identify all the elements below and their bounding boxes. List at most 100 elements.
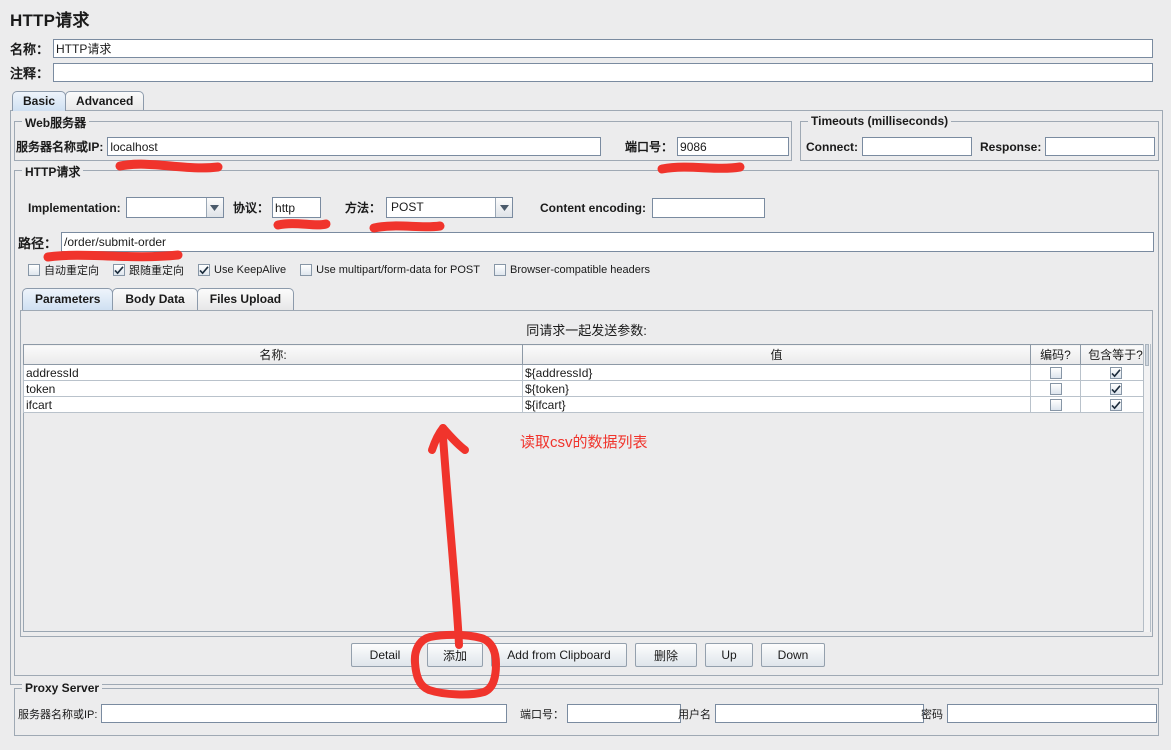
parameters-table: 名称: 值 编码? 包含等于? addressId ${addressId} t… xyxy=(23,344,1151,413)
checkbox-box[interactable] xyxy=(113,264,125,276)
implementation-row: Implementation: xyxy=(28,197,224,218)
table-vertical-scrollbar[interactable] xyxy=(1143,344,1151,632)
content-encoding-row: Content encoding: xyxy=(540,198,765,218)
server-input[interactable] xyxy=(107,137,602,156)
scrollbar-thumb[interactable] xyxy=(1145,344,1149,366)
web-server-group-title: Web服务器 xyxy=(22,114,90,131)
cell-include-equals[interactable] xyxy=(1080,380,1151,397)
cell-encode[interactable] xyxy=(1030,380,1081,397)
implementation-label: Implementation: xyxy=(28,200,121,215)
cell-param-value[interactable]: ${ifcart} xyxy=(522,396,1031,413)
proxy-server-input[interactable] xyxy=(101,704,508,723)
main-tabstrip: Basic Advanced xyxy=(12,91,145,111)
chevron-down-icon[interactable] xyxy=(205,198,223,217)
detail-button[interactable]: Detail xyxy=(351,643,419,667)
checkbox-label: Use KeepAlive xyxy=(214,264,287,276)
check-icon xyxy=(114,265,124,274)
port-input[interactable] xyxy=(677,137,790,156)
method-combo[interactable]: POST xyxy=(386,197,514,218)
checkbox-box[interactable] xyxy=(300,264,313,276)
tab-advanced[interactable]: Advanced xyxy=(65,91,145,111)
table-row[interactable]: addressId ${addressId} xyxy=(23,364,1151,381)
column-header-value[interactable]: 值 xyxy=(522,344,1031,365)
up-button[interactable]: Up xyxy=(705,643,753,667)
method-label: 方法： xyxy=(345,201,382,215)
connect-label: Connect: xyxy=(806,139,858,154)
cell-encode[interactable] xyxy=(1030,396,1081,413)
jmeter-http-request-window: HTTP请求 名称： 注释： Basic Advanced Web服务器 服务器… xyxy=(0,0,1171,750)
checkbox-follow-redirect[interactable]: 跟随重定向 xyxy=(113,262,184,278)
method-row: 方法： POST xyxy=(345,197,514,218)
cell-param-name[interactable]: ifcart xyxy=(23,396,523,413)
server-row: 服务器名称或IP: xyxy=(16,137,602,156)
proxy-password-row: 密码 xyxy=(921,704,1157,723)
checkbox-browser-compatible-headers[interactable]: Browser-compatible headers xyxy=(493,264,650,276)
chevron-down-icon[interactable] xyxy=(495,198,513,217)
add-from-clipboard-button[interactable]: Add from Clipboard xyxy=(491,643,627,667)
tab-files-upload[interactable]: Files Upload xyxy=(196,288,295,310)
port-row: 端口号： xyxy=(625,137,790,156)
comment-input[interactable] xyxy=(53,63,1154,82)
protocol-label: 协议： xyxy=(233,201,270,215)
checkbox-box[interactable] xyxy=(1109,383,1122,396)
checkbox-box[interactable] xyxy=(198,264,210,276)
response-label: Response: xyxy=(980,139,1042,154)
proxy-server-row: 服务器名称或IP: xyxy=(18,704,508,723)
cell-param-name[interactable]: token xyxy=(23,380,523,397)
down-button[interactable]: Down xyxy=(761,643,825,667)
parameters-caption: 同请求一起发送参数: xyxy=(526,323,647,338)
name-input[interactable] xyxy=(53,39,1154,58)
check-icon xyxy=(199,265,209,274)
name-row: 名称： xyxy=(10,39,1163,58)
param-tabstrip: Parameters Body Data Files Upload xyxy=(22,288,295,310)
checkbox-box[interactable] xyxy=(1049,383,1062,396)
checkbox-label: 跟随重定向 xyxy=(129,265,184,277)
comment-row: 注释： xyxy=(10,63,1163,82)
path-input[interactable] xyxy=(61,232,1154,252)
column-header-encode[interactable]: 编码? xyxy=(1030,344,1081,365)
cell-include-equals[interactable] xyxy=(1080,396,1151,413)
tab-basic[interactable]: Basic xyxy=(12,91,67,111)
checkbox-auto-redirect[interactable]: 自动重定向 xyxy=(28,262,99,278)
cell-param-name[interactable]: addressId xyxy=(23,364,523,381)
checkbox-box[interactable] xyxy=(1049,367,1062,380)
column-header-include-equals[interactable]: 包含等于? xyxy=(1080,344,1151,365)
table-row[interactable]: token ${token} xyxy=(23,380,1151,397)
tab-body-data[interactable]: Body Data xyxy=(112,288,198,310)
protocol-input[interactable] xyxy=(272,197,322,218)
content-encoding-input[interactable] xyxy=(651,198,765,218)
content-encoding-label: Content encoding: xyxy=(540,201,646,215)
proxy-password-label: 密码 xyxy=(921,708,943,721)
implementation-combo[interactable] xyxy=(125,197,224,218)
checkbox-box[interactable] xyxy=(493,264,506,276)
proxy-username-input[interactable] xyxy=(715,704,924,723)
connect-input[interactable] xyxy=(862,137,972,156)
cell-param-value[interactable]: ${addressId} xyxy=(522,364,1031,381)
path-row: 路径： xyxy=(18,232,1154,252)
proxy-password-input[interactable] xyxy=(947,704,1157,723)
method-value: POST xyxy=(387,198,496,217)
checkbox-box[interactable] xyxy=(1109,367,1122,380)
checkbox-use-keepalive[interactable]: Use KeepAlive xyxy=(198,264,286,276)
column-header-name[interactable]: 名称: xyxy=(23,344,523,365)
check-icon xyxy=(1110,401,1121,410)
delete-button[interactable]: 删除 xyxy=(635,643,697,667)
cell-include-equals[interactable] xyxy=(1080,364,1151,381)
table-row[interactable]: ifcart ${ifcart} xyxy=(23,396,1151,413)
checkbox-use-multipart[interactable]: Use multipart/form-data for POST xyxy=(300,264,480,276)
cell-encode[interactable] xyxy=(1030,364,1081,381)
proxy-port-input[interactable] xyxy=(567,704,681,723)
proxy-port-label: 端口号： xyxy=(520,708,564,721)
checkbox-box[interactable] xyxy=(28,264,40,276)
implementation-value xyxy=(126,198,206,217)
check-icon xyxy=(1110,385,1121,394)
parameters-button-bar: Detail 添加 Add from Clipboard 删除 Up Down xyxy=(351,643,825,667)
response-input[interactable] xyxy=(1045,137,1156,156)
page-title: HTTP请求 xyxy=(10,11,90,30)
table-header-row: 名称: 值 编码? 包含等于? xyxy=(23,344,1151,365)
checkbox-box[interactable] xyxy=(1049,399,1062,412)
checkbox-box[interactable] xyxy=(1109,399,1122,412)
tab-parameters[interactable]: Parameters xyxy=(22,288,114,310)
add-button[interactable]: 添加 xyxy=(427,643,483,667)
cell-param-value[interactable]: ${token} xyxy=(522,380,1031,397)
